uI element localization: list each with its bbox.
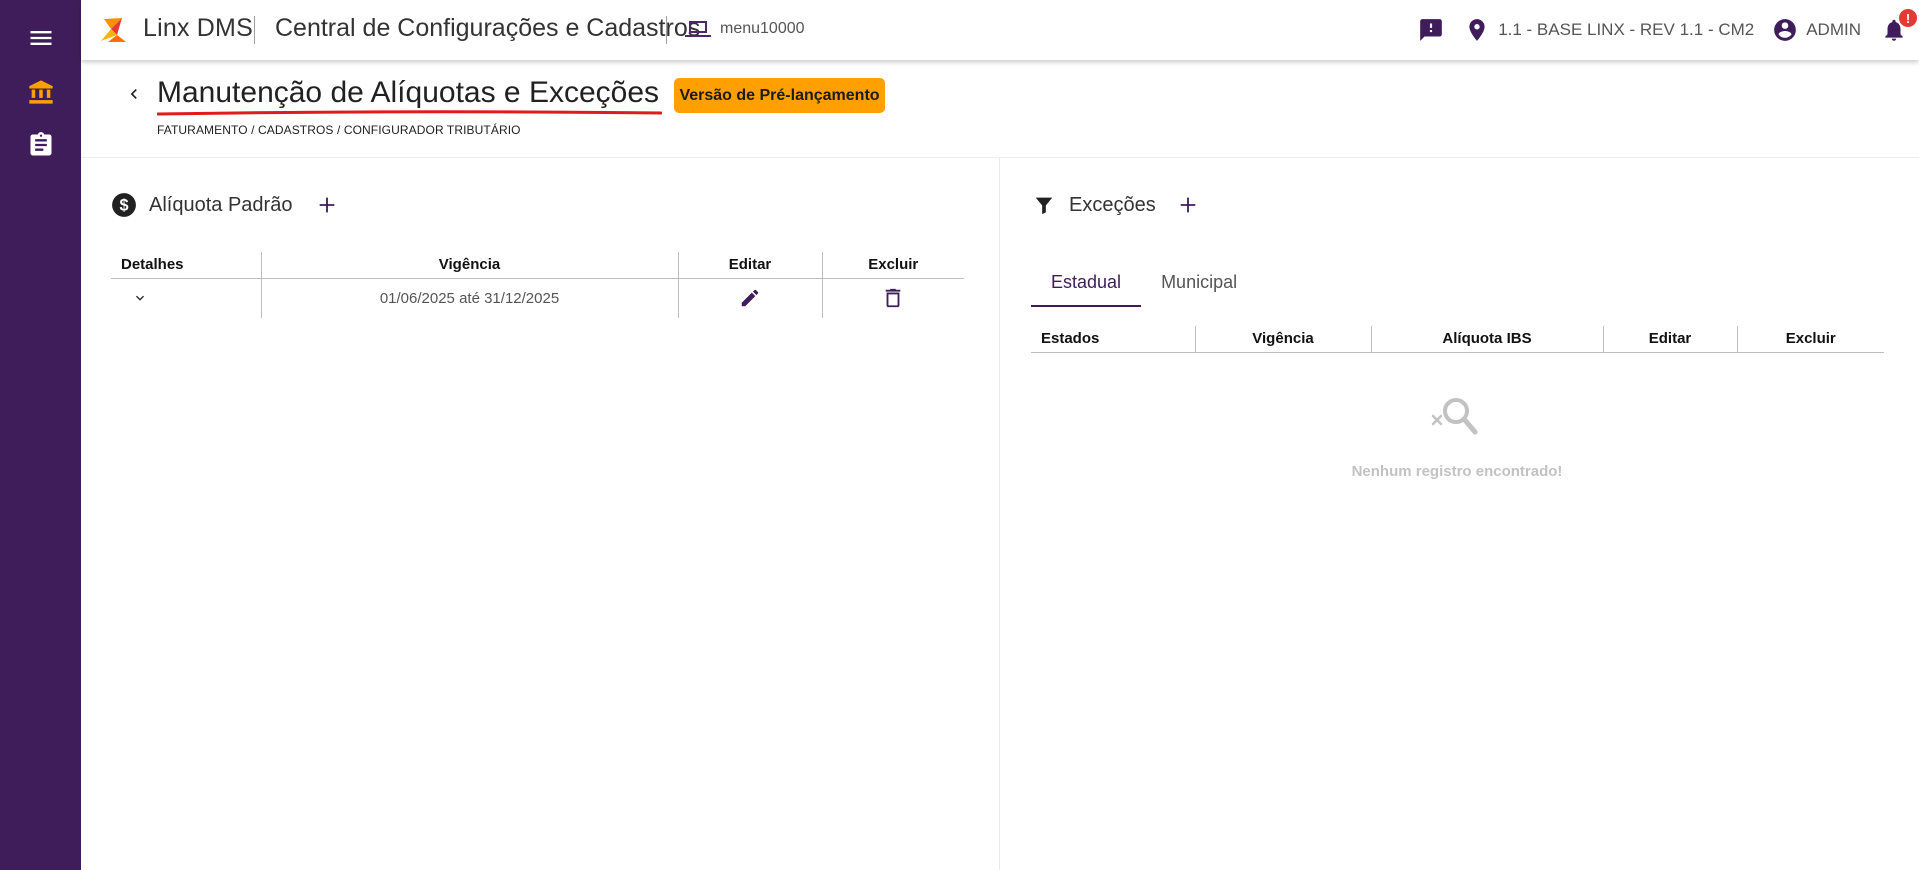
menu-icon: [30, 31, 51, 45]
brand-name: Linx DMS: [143, 14, 253, 42]
notifications-button[interactable]: !: [1879, 9, 1917, 45]
feedback-icon: [1420, 19, 1443, 41]
sidebar-item-bank[interactable]: [0, 68, 81, 116]
pencil-icon: [741, 290, 759, 307]
empty-state-message: Nenhum registro encontrado!: [1351, 463, 1563, 480]
excecoes-header: Exceções: [1031, 192, 1156, 218]
linx-logo-icon: [101, 18, 126, 42]
location-label[interactable]: 1.1 - BASE LINX - REV 1.1 - CM2: [1498, 20, 1754, 40]
column-header-editar: Editar: [1602, 326, 1737, 353]
column-header-vigencia: Vigência: [1194, 326, 1371, 353]
notification-badge: !: [1899, 9, 1917, 27]
column-header-detalhes: Detalhes: [111, 252, 261, 279]
add-aliquota-button[interactable]: [313, 191, 341, 219]
column-header-aliquota-ibs: Alíquota IBS: [1370, 326, 1603, 353]
location-pin-icon: [1469, 19, 1485, 41]
svg-text:$: $: [119, 196, 128, 214]
app-root: Linx DMS Central de Configurações e Cada…: [0, 0, 1919, 870]
delete-button[interactable]: [879, 284, 907, 312]
excecoes-table: Estados Vigência Alíquota IBS Editar Exc…: [1031, 326, 1884, 353]
dollar-circle-icon: $: [111, 192, 137, 218]
aliquota-padrao-header: $ Alíquota Padrão: [111, 192, 292, 218]
tab-municipal[interactable]: Municipal: [1141, 258, 1257, 306]
back-button[interactable]: [122, 82, 146, 106]
sidebar: [0, 0, 81, 870]
vigencia-cell: 01/06/2025 até 31/12/2025: [260, 278, 678, 318]
sidebar-item-clipboard[interactable]: [0, 121, 81, 169]
bank-icon: [28, 80, 53, 104]
column-header-estados: Estados: [1031, 326, 1195, 353]
menu-code: menu10000: [720, 20, 805, 37]
details-cell: [111, 278, 261, 318]
clipboard-icon: [30, 132, 51, 156]
column-header-excluir: Excluir: [821, 252, 964, 279]
top-bar-actions: 1.1 - BASE LINX - REV 1.1 - CM2 ADMIN !: [1416, 0, 1917, 60]
edit-button[interactable]: [736, 284, 764, 312]
pre-release-badge: Versão de Pré-lançamento: [674, 78, 885, 113]
add-excecao-button[interactable]: [1174, 191, 1202, 219]
aliquota-table: Detalhes Vigência Editar Excluir 01/06/2…: [111, 252, 964, 318]
filter-icon: [1031, 192, 1057, 218]
module-title: Central de Configurações e Cadastros: [275, 14, 701, 42]
excecoes-tabs: Estadual Municipal: [1031, 258, 1257, 307]
expand-details-button[interactable]: [131, 284, 149, 312]
trash-icon: [885, 289, 901, 308]
chevron-left-icon: [130, 89, 137, 99]
divider: [666, 16, 667, 44]
top-bar: Linx DMS Central de Configurações e Cada…: [81, 0, 1919, 60]
location-button[interactable]: [1462, 15, 1492, 45]
user-name[interactable]: ADMIN: [1806, 20, 1861, 40]
delete-cell: [821, 278, 964, 318]
page-title: Manutenção de Alíquotas e Exceções: [157, 76, 660, 109]
laptop-icon: [685, 21, 711, 37]
account-circle-icon: [1774, 19, 1797, 41]
user-button[interactable]: [1770, 15, 1800, 45]
column-header-excluir: Excluir: [1736, 326, 1884, 353]
divider: [254, 16, 255, 44]
excecoes-title: Exceções: [1069, 193, 1156, 216]
chevron-down-icon: [136, 295, 144, 301]
menu-button[interactable]: [0, 14, 81, 62]
title-underline: [157, 110, 662, 116]
feedback-button[interactable]: [1416, 15, 1446, 45]
column-header-vigencia: Vigência: [260, 252, 678, 279]
header-divider: [81, 157, 1919, 158]
search-off-icon: [1431, 398, 1478, 435]
plus-icon: [1180, 197, 1196, 213]
edit-cell: [677, 278, 822, 318]
table-row: 01/06/2025 até 31/12/2025: [111, 278, 964, 318]
tab-estadual[interactable]: Estadual: [1031, 258, 1142, 307]
column-header-editar: Editar: [677, 252, 822, 279]
panel-divider: [999, 158, 1000, 870]
aliquota-padrao-title: Alíquota Padrão: [149, 193, 293, 216]
menu-indicator: menu10000: [684, 17, 805, 41]
breadcrumb: FATURAMENTO / CADASTROS / CONFIGURADOR T…: [157, 123, 521, 137]
plus-icon: [319, 197, 335, 213]
